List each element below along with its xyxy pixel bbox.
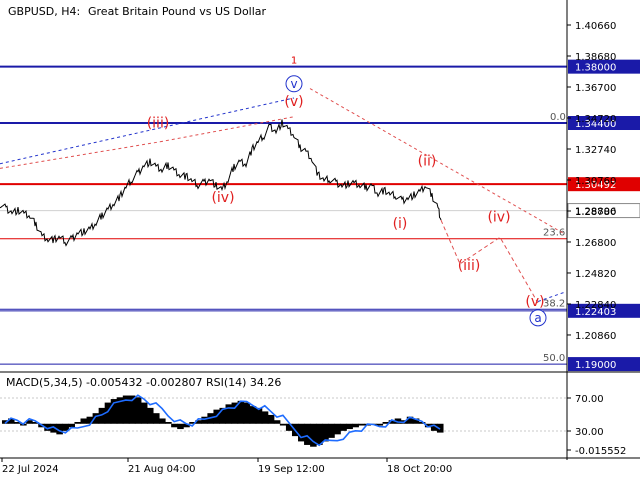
macd-bar xyxy=(334,423,341,435)
macd-bar xyxy=(255,407,263,424)
macd-bar xyxy=(74,422,82,424)
wave-label: a xyxy=(534,311,541,325)
chart-symbol: GBPUSD, H4: xyxy=(8,5,80,18)
chart-window[interactable]: 1 1.38000 0.0 1.34400 1.30492 23.6 38.2 1.22403… xyxy=(0,0,640,480)
wave-label: (v) xyxy=(284,94,303,110)
fib-level-label: 23.6 xyxy=(543,228,565,239)
macd-bar xyxy=(80,418,88,424)
macd-bar xyxy=(146,407,154,424)
wave-label: (v) xyxy=(525,294,544,310)
macd-bar xyxy=(243,402,251,424)
wave-label: (ii) xyxy=(418,153,437,169)
price-tick-label: 1.30760 xyxy=(575,176,616,187)
macd-bar xyxy=(316,423,323,445)
price-tick-label: 1.26800 xyxy=(575,238,616,249)
macd-title: MACD(5,34,5) -0.005432 -0.002807 RSI(14)… xyxy=(6,376,281,389)
macd-bar xyxy=(346,423,353,430)
wave-label: (iv) xyxy=(211,190,234,206)
price-chart-svg[interactable]: 11.380000.01.344001.3049223.638.21.22403… xyxy=(0,0,640,480)
macd-bar xyxy=(177,423,184,430)
macd-bar xyxy=(159,418,166,424)
wave-label: v xyxy=(290,77,297,91)
macd-bar xyxy=(153,413,160,424)
macd-bar xyxy=(304,423,311,445)
price-tick-label: 1.36700 xyxy=(575,83,616,94)
wave-label: (iv) xyxy=(487,210,510,226)
price-tick-label: 1.40660 xyxy=(575,21,616,32)
macd-bar xyxy=(68,423,75,428)
macd-bar xyxy=(171,423,178,428)
chart-background xyxy=(0,0,640,480)
price-tick-label: 1.22840 xyxy=(575,300,616,311)
macd-bar xyxy=(352,423,359,428)
macd-bar xyxy=(340,423,347,431)
macd-bar xyxy=(261,411,269,424)
wave-label: (iii) xyxy=(458,258,481,274)
price-level-badge-text: 1.19000 xyxy=(575,360,616,371)
macd-bar xyxy=(249,406,257,424)
fib-level-label: 1 xyxy=(291,56,297,67)
fib-level-label: 50.0 xyxy=(543,353,565,364)
macd-tick-label: 70.00 xyxy=(575,394,604,405)
macd-bar xyxy=(273,420,281,424)
macd-bar xyxy=(328,423,335,438)
time-tick-label: 21 Aug 04:00 xyxy=(128,464,195,475)
macd-bar xyxy=(134,397,142,424)
chart-description: Great Britain Pound vs US Dollar xyxy=(88,5,267,18)
time-tick-label: 19 Sep 12:00 xyxy=(258,464,325,475)
macd-bar xyxy=(201,416,208,424)
price-tick-label: 1.34720 xyxy=(575,114,616,125)
price-tick-label: 1.28780 xyxy=(575,207,616,218)
price-tick-label: 1.32740 xyxy=(575,145,616,156)
macd-bar xyxy=(322,423,329,442)
macd-tick-label: -0.015552 xyxy=(575,446,626,457)
macd-bar xyxy=(267,414,275,424)
price-tick-label: 1.38680 xyxy=(575,52,616,63)
wave-label: (i) xyxy=(393,216,408,232)
price-tick-label: 1.24820 xyxy=(575,269,616,280)
macd-bar xyxy=(219,407,227,424)
fib-level-label: 0.0 xyxy=(550,112,566,123)
macd-bar xyxy=(279,423,287,426)
macd-tick-label: 30.00 xyxy=(575,427,604,438)
macd-bar xyxy=(165,422,172,424)
macd-bar xyxy=(358,423,365,426)
time-tick-label: 22 Jul 2024 xyxy=(2,464,59,475)
time-tick-label: 18 Oct 20:00 xyxy=(387,464,452,475)
price-tick-label: 1.20860 xyxy=(575,331,616,342)
wave-label: (iii) xyxy=(147,116,170,132)
macd-bar xyxy=(298,423,305,442)
price-level-badge-text: 1.38000 xyxy=(575,63,616,74)
macd-bar xyxy=(140,402,148,424)
fib-level-label: 38.2 xyxy=(543,298,565,309)
